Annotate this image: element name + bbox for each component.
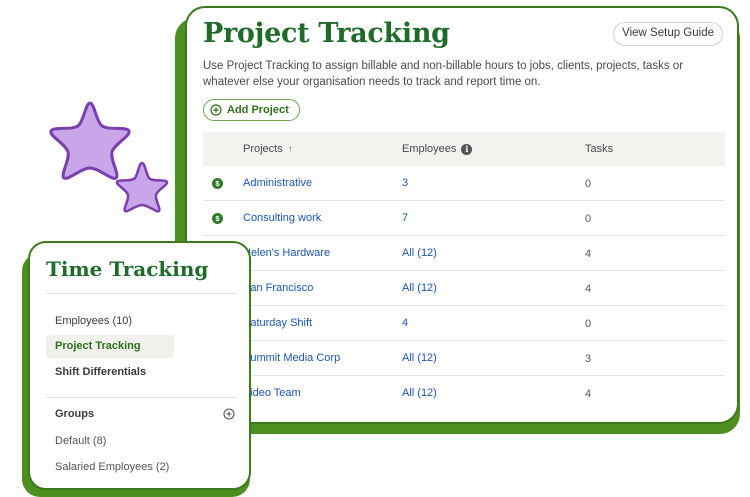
nav-item-employees[interactable]: Employees (10) bbox=[46, 310, 174, 333]
project-link[interactable]: Video Team bbox=[243, 387, 301, 399]
column-header-employees: Employees i bbox=[402, 143, 473, 155]
group-item-salaried-employees[interactable]: Salaried Employees (2) bbox=[55, 461, 169, 473]
tasks-count: 3 bbox=[585, 353, 592, 365]
billable-dollar-icon: $ bbox=[212, 213, 223, 224]
project-link[interactable]: San Francisco bbox=[243, 282, 313, 294]
add-project-label: Add Project bbox=[227, 104, 289, 116]
projects-table: Projects ↑ Employees i Tasks $ Administr… bbox=[203, 132, 725, 411]
table-row: San Francisco All (12) 4 bbox=[203, 271, 725, 306]
nav-item-shift-differentials[interactable]: Shift Differentials bbox=[46, 361, 174, 384]
table-header: Projects ↑ Employees i Tasks bbox=[203, 132, 725, 166]
table-row: Saturday Shift 4 0 bbox=[203, 306, 725, 341]
nav-item-project-tracking[interactable]: Project Tracking bbox=[46, 335, 174, 358]
employees-link[interactable]: All (12) bbox=[402, 387, 437, 399]
divider bbox=[46, 293, 237, 294]
project-link[interactable]: Saturday Shift bbox=[243, 317, 312, 329]
page-title: Project Tracking bbox=[203, 18, 450, 49]
info-icon[interactable]: i bbox=[461, 143, 473, 155]
time-tracking-card: Time Tracking Employees (10) Project Tra… bbox=[28, 241, 251, 490]
project-link[interactable]: Administrative bbox=[243, 177, 312, 189]
tasks-count: 0 bbox=[585, 318, 592, 330]
time-tracking-title: Time Tracking bbox=[46, 257, 209, 281]
employees-link[interactable]: 7 bbox=[402, 212, 408, 224]
project-link[interactable]: Helen's Hardware bbox=[243, 247, 330, 259]
project-link[interactable]: Consulting work bbox=[243, 212, 321, 224]
employees-link[interactable]: All (12) bbox=[402, 247, 437, 259]
tasks-count: 0 bbox=[585, 213, 592, 225]
view-setup-guide-button[interactable]: View Setup Guide bbox=[613, 22, 723, 46]
employees-link[interactable]: All (12) bbox=[402, 282, 437, 294]
column-header-employees-label: Employees bbox=[402, 143, 457, 155]
table-row: Summit Media Corp All (12) 3 bbox=[203, 341, 725, 376]
tasks-count: 4 bbox=[585, 248, 592, 260]
divider bbox=[46, 397, 237, 398]
project-link[interactable]: Summit Media Corp bbox=[243, 352, 340, 364]
table-row: $ Consulting work 7 0 bbox=[203, 201, 725, 236]
tasks-count: 4 bbox=[585, 283, 592, 295]
add-group-icon[interactable] bbox=[223, 408, 235, 420]
billable-dollar-icon: $ bbox=[212, 178, 223, 189]
small-star-icon bbox=[115, 161, 169, 213]
tasks-count: 4 bbox=[585, 388, 592, 400]
tasks-count: 0 bbox=[585, 178, 592, 190]
column-header-projects[interactable]: Projects ↑ bbox=[243, 143, 293, 155]
column-header-tasks: Tasks bbox=[585, 143, 613, 155]
group-item-default[interactable]: Default (8) bbox=[55, 435, 106, 447]
groups-heading: Groups bbox=[55, 408, 95, 420]
project-tracking-card: Project Tracking View Setup Guide Use Pr… bbox=[185, 6, 739, 424]
table-row: $ Administrative 3 0 bbox=[203, 166, 725, 201]
plus-circle-icon bbox=[210, 104, 222, 116]
sort-ascending-icon: ↑ bbox=[287, 143, 293, 155]
table-row: Helen's Hardware All (12) 4 bbox=[203, 236, 725, 271]
employees-link[interactable]: 3 bbox=[402, 177, 408, 189]
table-row: Video Team All (12) 4 bbox=[203, 376, 725, 411]
column-header-tasks-label: Tasks bbox=[585, 143, 614, 155]
employees-link[interactable]: 4 bbox=[402, 317, 408, 329]
employees-link[interactable]: All (12) bbox=[402, 352, 437, 364]
page-description: Use Project Tracking to assign billable … bbox=[203, 60, 684, 88]
add-project-button[interactable]: Add Project bbox=[203, 99, 300, 121]
column-header-projects-label: Projects bbox=[243, 143, 283, 155]
